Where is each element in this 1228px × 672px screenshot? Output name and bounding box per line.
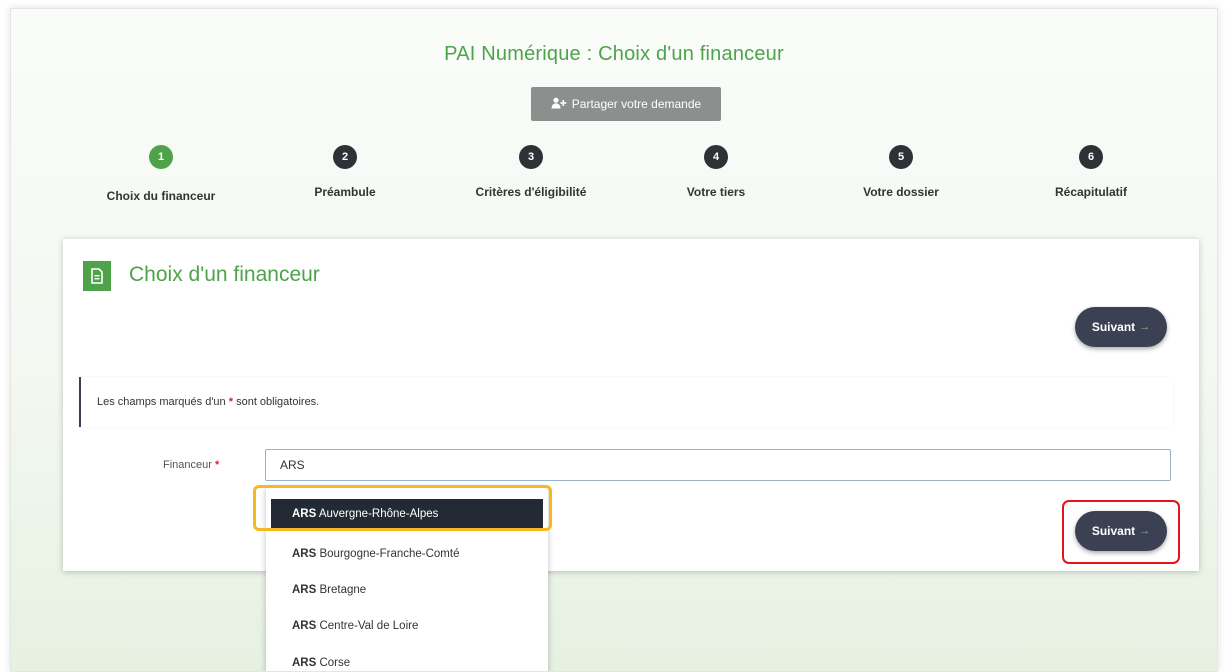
option-prefix: ARS (292, 620, 317, 632)
step-1-label: Choix du financeur (106, 189, 216, 203)
required-fields-note: Les champs marqués d'un * sont obligatoi… (79, 377, 1173, 427)
option-text: Corse (319, 657, 351, 669)
option-text: Bourgogne-Franche-Comté (319, 548, 460, 560)
option-prefix: ARS (292, 657, 317, 669)
next-button-label: Suivant (1091, 320, 1136, 334)
required-star: * (228, 396, 234, 408)
option-prefix: ARS (292, 548, 317, 560)
step-6[interactable]: 6 Récapitulatif (1001, 145, 1181, 199)
funder-label-text: Financeur (163, 459, 212, 471)
circle-arrow-right-icon: → (1139, 321, 1151, 333)
option-prefix: ARS (292, 584, 317, 596)
browser-viewport: PAI Numérique : Choix d'un financeur Par… (10, 8, 1218, 672)
autocomplete-option[interactable]: ARS Centre-Val de Loire (271, 610, 543, 642)
required-note-after: sont obligatoires. (236, 396, 320, 408)
page-title: PAI Numérique : Choix d'un financeur (444, 43, 784, 65)
step-2[interactable]: 2 Préambule (255, 145, 435, 199)
step-5[interactable]: 5 Votre dossier (811, 145, 991, 199)
autocomplete-option[interactable]: ARS Bourgogne-Franche-Comté (271, 538, 543, 570)
step-3-label: Critères d'éligibilité (475, 185, 587, 199)
step-1-number: 1 (149, 145, 173, 169)
required-note-before: Les champs marqués d'un (97, 396, 226, 408)
next-button-top[interactable]: Suivant → (1075, 307, 1167, 347)
document-icon (83, 261, 111, 291)
funder-input[interactable] (265, 449, 1171, 481)
card-title: Choix d'un financeur (129, 263, 320, 286)
progress-stepper: 1 Choix du financeur 2 Préambule 3 Critè… (11, 145, 1217, 205)
step-5-number: 5 (889, 145, 913, 169)
funder-card: Choix d'un financeur Suivant → Les champ… (63, 239, 1199, 571)
share-button-label: Partager votre demande (571, 97, 702, 111)
step-5-label: Votre dossier (863, 185, 939, 199)
step-3-number: 3 (519, 145, 543, 169)
step-4-number: 4 (704, 145, 728, 169)
autocomplete-option[interactable]: ARS Bretagne (271, 574, 543, 606)
step-6-number: 6 (1079, 145, 1103, 169)
funder-required-star: * (214, 459, 220, 471)
autocomplete-option[interactable]: ARS Corse (271, 647, 543, 671)
step-1[interactable]: 1 Choix du financeur (71, 145, 251, 203)
funder-field-label: Financeur * (163, 459, 219, 471)
step-3[interactable]: 3 Critères d'éligibilité (441, 145, 621, 199)
option-text: Centre-Val de Loire (319, 620, 419, 632)
option-text: Bretagne (319, 584, 367, 596)
share-request-button[interactable]: Partager votre demande (531, 87, 721, 121)
next-button-highlight (1062, 500, 1180, 564)
selected-option-highlight (253, 485, 552, 531)
step-2-number: 2 (333, 145, 357, 169)
step-2-label: Préambule (314, 185, 376, 199)
step-4[interactable]: 4 Votre tiers (626, 145, 806, 199)
step-4-label: Votre tiers (686, 185, 746, 199)
user-plus-icon (551, 97, 567, 112)
step-6-label: Récapitulatif (1054, 185, 1127, 199)
